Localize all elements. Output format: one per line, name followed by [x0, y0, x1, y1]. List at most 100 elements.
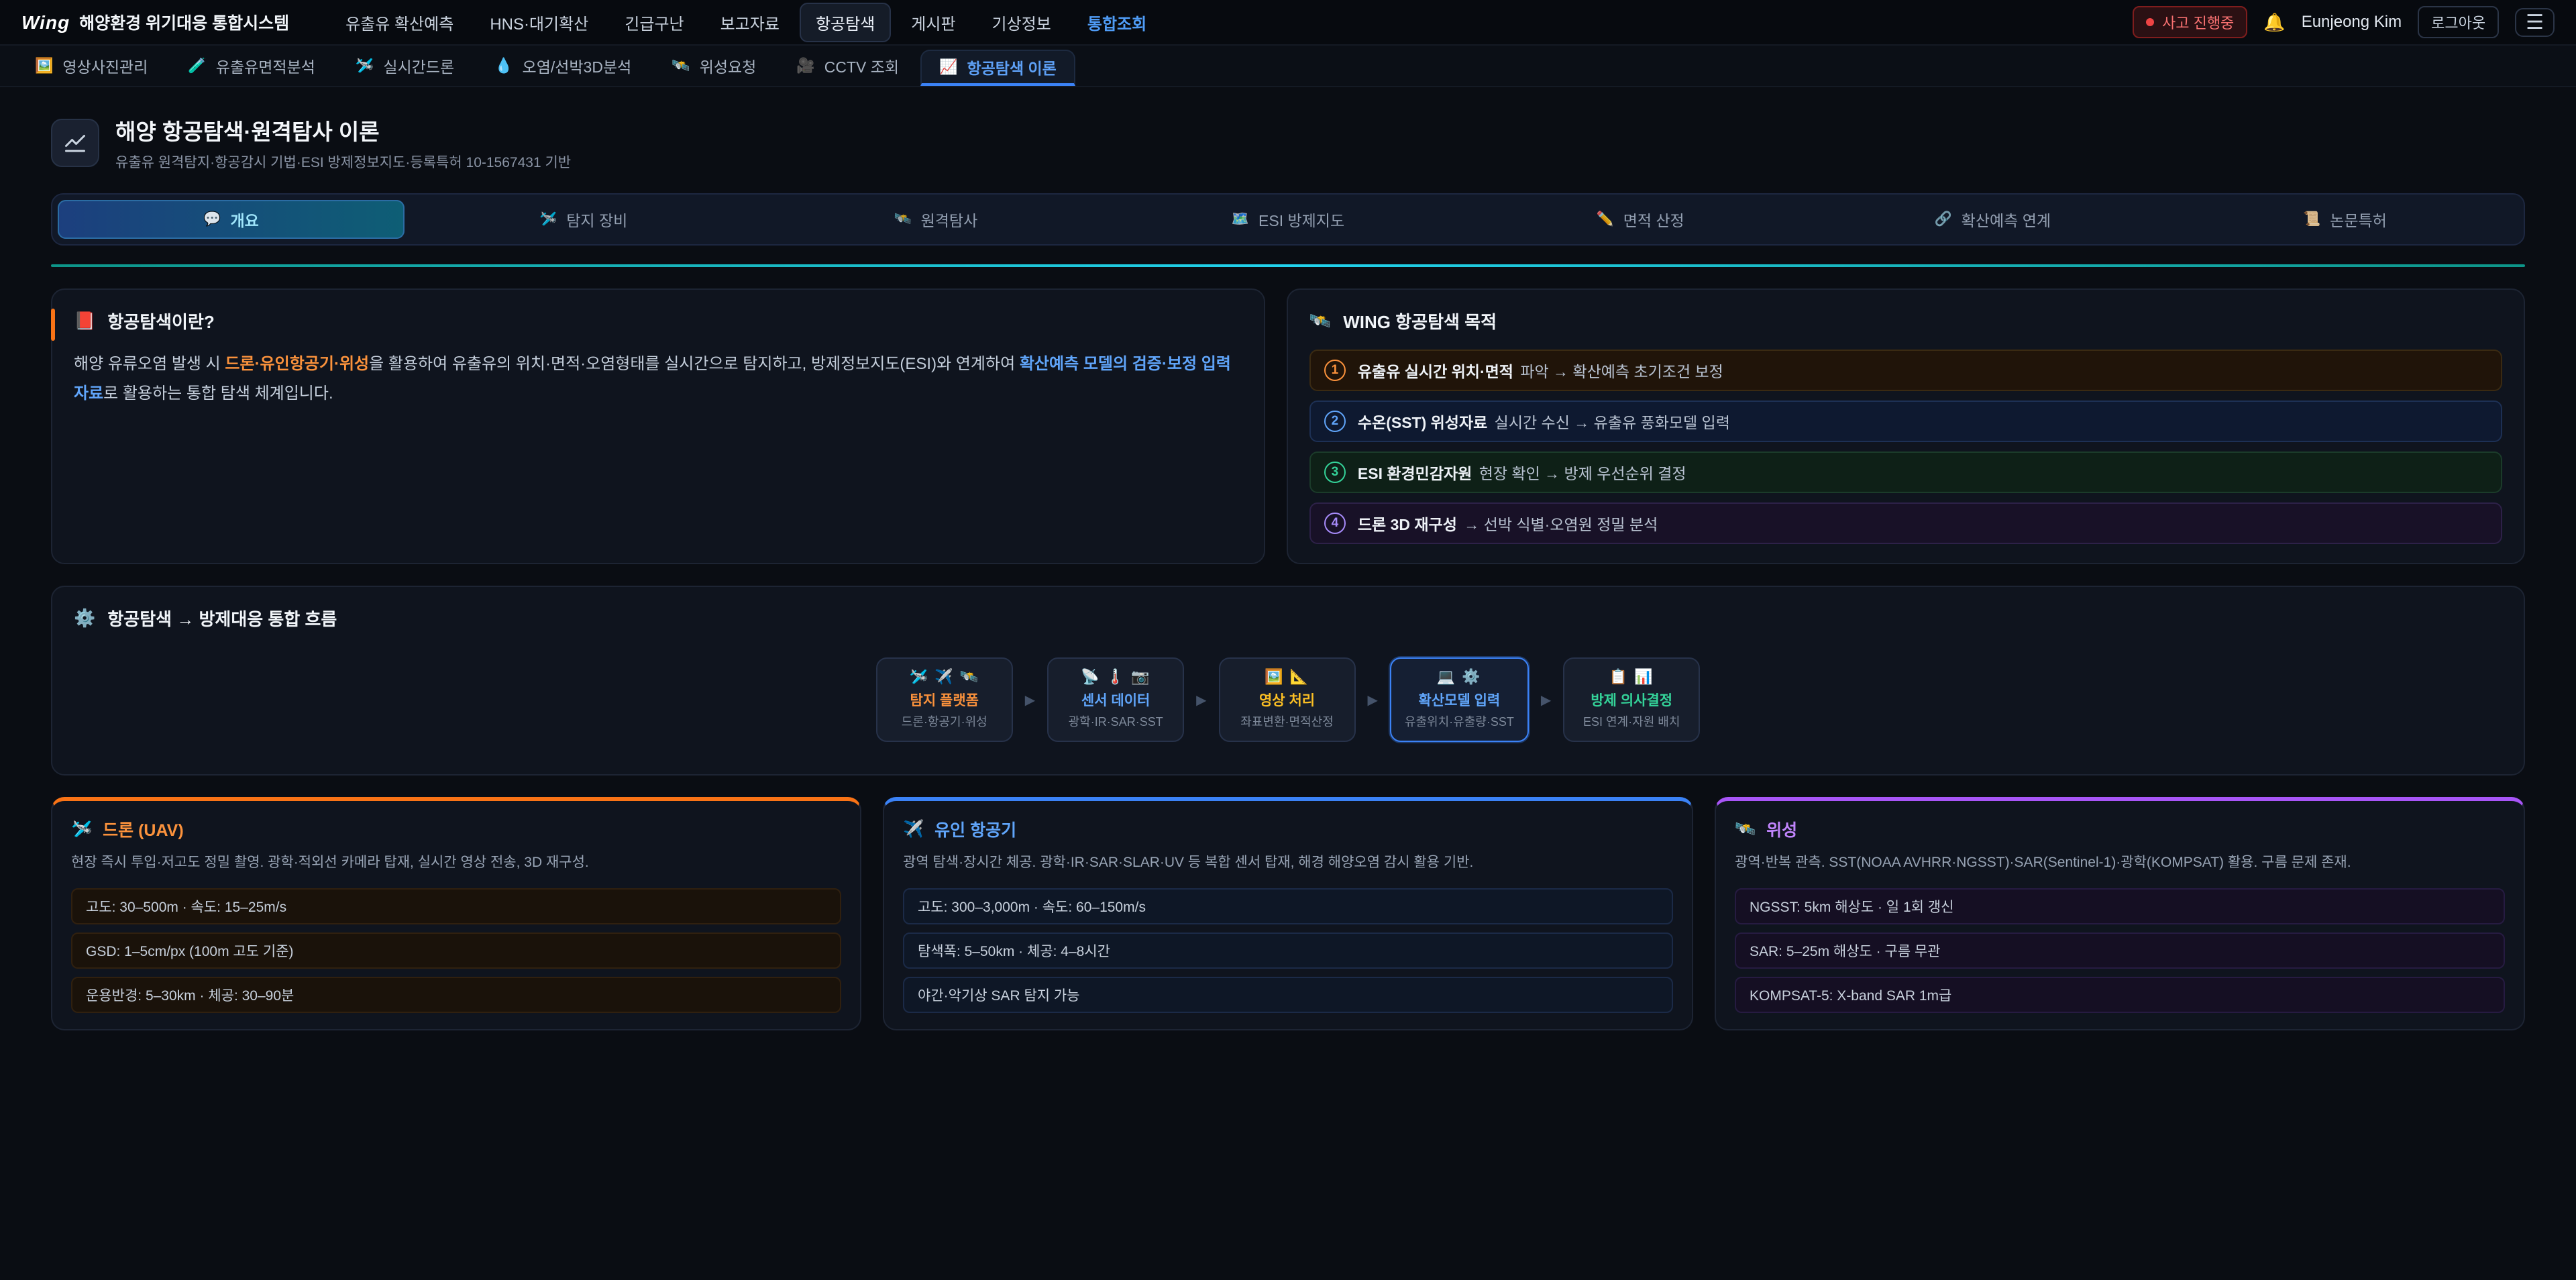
flow-step-image-processing: 🖼️ 📐 영상 처리 좌표변환·면적산정: [1219, 657, 1356, 742]
scroll-icon: 📜: [2303, 211, 2320, 227]
purpose-item-2: 2 수온(SST) 위성자료 실시간 수신 → 유출유 풍화모델 입력: [1309, 401, 2502, 442]
brand: Wing 해양환경 위기대응 통합시스템: [21, 10, 289, 34]
purpose-title: WING 항공탐색 목적: [1343, 309, 1497, 333]
purpose-item-text: 유출유 실시간 위치·면적 파악 → 확산예측 초기조건 보정: [1358, 359, 1723, 382]
tab-satellite-request[interactable]: 🛰️ 위성요청: [653, 46, 775, 86]
pill-papers-patents[interactable]: 📜 논문특허: [2171, 200, 2518, 239]
purpose-card: 🛰️ WING 항공탐색 목적 1 유출유 실시간 위치·면적 파악 → 확산예…: [1287, 288, 2525, 564]
airplane-icon: ✈️: [903, 820, 924, 839]
tab-label: 유출유면적분석: [216, 54, 315, 77]
flow-step-model-input: 💻 ⚙️ 확산모델 입력 유출위치·유출량·SST: [1390, 657, 1529, 742]
book-icon: 📕: [74, 311, 95, 331]
purpose-item-text: ESI 환경민감자원 현장 확인 → 방제 우선순위 결정: [1358, 461, 1686, 484]
pencil-icon: ✏️: [1597, 211, 1614, 227]
plane-icon: 🛩️: [539, 211, 557, 227]
sub-nav: 🖼️ 영상사진관리 🧪 유출유면적분석 🛩️ 실시간드론 💧 오염/선박3D분석…: [0, 46, 2576, 87]
flow-diagram: 🛩️ ✈️ 🛰️ 탐지 플랫폼 드론·항공기·위성 ▶ 📡 🌡️ 📷 센서 데이…: [74, 657, 2502, 742]
nav-item-aerial-search[interactable]: 항공탐색: [800, 3, 891, 42]
nav-item-board[interactable]: 게시판: [895, 3, 971, 42]
tab-realtime-drone[interactable]: 🛩️ 실시간드론: [337, 46, 473, 86]
about-description: 해양 유류오염 발생 시 드론·유인항공기·위성을 활용하여 유출유의 위치·면…: [74, 350, 1242, 409]
number-badge-2: 2: [1324, 411, 1346, 432]
nav-item-integrated-search[interactable]: 통합조회: [1071, 3, 1163, 42]
manned-aircraft-card: ✈️ 유인 항공기 광역 탐색·장시간 체공. 광학·IR·SAR·SLAR·U…: [883, 797, 1693, 1030]
spec-row: NGSST: 5km 해상도 · 일 1회 갱신: [1735, 888, 2505, 924]
flow-step-sensor-data: 📡 🌡️ 📷 센서 데이터 광학·IR·SAR·SST: [1047, 657, 1184, 742]
page-chart-icon: [51, 119, 99, 167]
nav-item-weather-info[interactable]: 기상정보: [976, 3, 1067, 42]
hamburger-menu-icon[interactable]: ☰: [2515, 8, 2555, 37]
aircraft-card-title: ✈️ 유인 항공기: [903, 817, 1673, 841]
main-content: 해양 항공탐색·원격탐사 이론 유출유 원격탐지·항공감시 기법·ESI 방제정…: [0, 87, 2576, 1030]
about-card-header: 📕 항공탐색이란?: [74, 309, 1242, 333]
satellite-icon: 🛰️: [894, 211, 911, 227]
pill-label: ESI 방제지도: [1258, 208, 1344, 231]
spec-row: 고도: 300–3,000m · 속도: 60–150m/s: [903, 888, 1673, 924]
page-subtitle: 유출유 원격탐지·항공감시 기법·ESI 방제정보지도·등록특허 10-1567…: [115, 152, 571, 172]
purpose-card-header: 🛰️ WING 항공탐색 목적: [1309, 309, 2502, 333]
link-icon: 🔗: [1935, 211, 1952, 227]
tab-label: CCTV 조회: [824, 54, 899, 77]
tab-cctv-view[interactable]: 🎥 CCTV 조회: [777, 46, 918, 86]
chart-icon: 📈: [939, 58, 957, 76]
model-input-icons: 💻 ⚙️: [1405, 668, 1514, 686]
flow-step-title: 탐지 플랫폼: [891, 690, 998, 710]
flow-step-title: 영상 처리: [1234, 690, 1341, 710]
page-header: 해양 항공탐색·원격탐사 이론 유출유 원격탐지·항공감시 기법·ESI 방제정…: [51, 114, 2525, 172]
flow-step-subtitle: 좌표변환·면적산정: [1234, 712, 1341, 730]
brand-title: 해양환경 위기대응 통합시스템: [79, 10, 289, 34]
user-name: Eunjeong Kim: [2302, 13, 2402, 32]
pill-prediction-link[interactable]: 🔗 확산예측 연계: [1819, 200, 2166, 239]
tab-oil-area-analysis[interactable]: 🧪 유출유면적분석: [169, 46, 334, 86]
pill-detection-equipment[interactable]: 🛩️ 탐지 장비: [410, 200, 757, 239]
platform-title-label: 위성: [1766, 817, 1797, 841]
section-pill-bar: 💬 개요 🛩️ 탐지 장비 🛰️ 원격탐사 🗺️ ESI 방제지도 ✏️ 면적 …: [51, 193, 2525, 246]
spec-row: 야간·악기상 SAR 탐지 가능: [903, 977, 1673, 1013]
nav-item-reports[interactable]: 보고자료: [704, 3, 796, 42]
notification-bell-icon[interactable]: 🔔: [2263, 12, 2285, 33]
spec-row: GSD: 1–5cm/px (100m 고도 기준): [71, 932, 841, 969]
spec-row: 고도: 30–500m · 속도: 15–25m/s: [71, 888, 841, 924]
nav-item-spill-prediction[interactable]: 유출유 확산예측: [329, 3, 470, 42]
map-icon: 🗺️: [1232, 211, 1249, 227]
arrow-right-icon: ▶: [1368, 692, 1378, 708]
flow-step-subtitle: 유출위치·유출량·SST: [1405, 712, 1514, 730]
main-nav: 유출유 확산예측 HNS·대기확산 긴급구난 보고자료 항공탐색 게시판 기상정…: [329, 3, 1163, 42]
about-seg1: 해양 유류오염 발생 시: [74, 355, 225, 373]
satellite-icon: 🛰️: [1735, 820, 1756, 839]
spec-row: KOMPSAT-5: X-band SAR 1m급: [1735, 977, 2505, 1013]
number-badge-1: 1: [1324, 360, 1346, 381]
tab-label: 영상사진관리: [62, 54, 148, 77]
pill-esi-map[interactable]: 🗺️ ESI 방제지도: [1114, 200, 1461, 239]
overview-grid: 📕 항공탐색이란? 해양 유류오염 발생 시 드론·유인항공기·위성을 활용하여…: [51, 288, 2525, 564]
pill-label: 확산예측 연계: [1962, 208, 2051, 231]
about-seg5: 로 활용하는 통합 탐색 체계입니다.: [103, 384, 333, 403]
incident-status-badge[interactable]: 사고 진행중: [2133, 6, 2247, 38]
flask-icon: 🧪: [188, 57, 206, 74]
pill-area-calculation[interactable]: ✏️ 면적 산정: [1467, 200, 1814, 239]
tab-image-photo-management[interactable]: 🖼️ 영상사진관리: [16, 46, 166, 86]
pill-remote-sensing[interactable]: 🛰️ 원격탐사: [762, 200, 1109, 239]
logout-button[interactable]: 로그아웃: [2418, 6, 2499, 38]
decision-icons: 📋 📊: [1578, 668, 1685, 686]
nav-item-hns-diffusion[interactable]: HNS·대기확산: [474, 3, 604, 42]
flow-card: ⚙️ 항공탐색 → 방제대응 통합 흐름 🛩️ ✈️ 🛰️ 탐지 플랫폼 드론·…: [51, 586, 2525, 776]
drone-icon: 🛩️: [71, 820, 92, 839]
about-seg3: 을 활용하여 유출유의 위치·면적·오염형태를 실시간으로 탐지하고, 방제정보…: [369, 355, 1020, 373]
tab-pollution-ship-3d[interactable]: 💧 오염/선박3D분석: [476, 46, 650, 86]
tab-aerial-search-theory[interactable]: 📈 항공탐색 이론: [920, 50, 1075, 86]
nav-item-emergency-rescue[interactable]: 긴급구난: [608, 3, 700, 42]
pill-overview[interactable]: 💬 개요: [58, 200, 405, 239]
platform-icons: 🛩️ ✈️ 🛰️: [891, 668, 998, 686]
number-badge-3: 3: [1324, 462, 1346, 483]
about-title: 항공탐색이란?: [107, 309, 214, 333]
overview-icon: 💬: [203, 211, 221, 227]
tab-label: 항공탐색 이론: [967, 56, 1056, 78]
drone-icon: 🛩️: [356, 57, 374, 74]
platform-grid: 🛩️ 드론 (UAV) 현장 즉시 투입·저고도 정밀 촬영. 광학·적외선 카…: [51, 797, 2525, 1030]
flow-step-title: 방제 의사결정: [1578, 690, 1685, 710]
tab-label: 위성요청: [700, 54, 757, 77]
image-icon: 🖼️: [35, 57, 53, 74]
flow-step-title: 센서 데이터: [1062, 690, 1169, 710]
pill-label: 개요: [230, 208, 258, 231]
